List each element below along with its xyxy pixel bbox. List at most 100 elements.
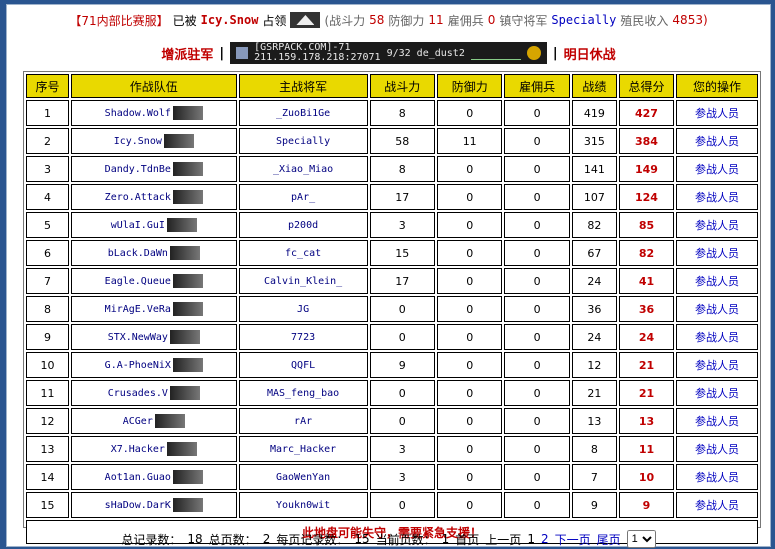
participants-link[interactable]: 参战人员: [676, 296, 758, 322]
defense-cell-text: 11: [462, 134, 477, 148]
general-cell-text: pAr_: [291, 191, 316, 203]
income-value: 4853): [672, 13, 708, 27]
rank-cell: 9: [26, 324, 69, 350]
record-cell-text: 24: [587, 274, 602, 288]
dispatch-garrison-link[interactable]: 增派驻军: [161, 44, 213, 63]
last-page-link[interactable]: 尾页: [597, 531, 621, 548]
territory-header: 【71内部比赛服】 已被 Icy.Snow 占领 (战斗力 58 防御力 11 雇佣…: [7, 5, 770, 35]
merc-cell: 0: [504, 212, 570, 238]
rank-cell-text: 10: [40, 358, 55, 372]
separator: |: [552, 45, 558, 61]
record-cell: 82: [571, 212, 617, 238]
record-cell: 67: [571, 240, 617, 266]
attack-cell-text: 0: [398, 302, 406, 316]
record-cell: 12: [571, 352, 617, 378]
defense-cell: 0: [436, 184, 503, 210]
record-cell: 24: [571, 324, 617, 350]
general-cell: JG: [238, 296, 368, 322]
attack-cell: 3: [369, 212, 435, 238]
total-pages-label: 总页数：: [208, 532, 257, 547]
defense-cell-text: 0: [466, 498, 474, 512]
general-cell-text: Marc_Hacker: [269, 443, 337, 455]
participants-link[interactable]: 参战人员: [676, 436, 758, 462]
participants-link[interactable]: 参战人员: [676, 352, 758, 378]
table-row: 15 sHaDow.DarK Youkn0wit 0 0 0 9 9 参战人员: [26, 492, 758, 518]
score-cell-text: 427: [635, 106, 658, 120]
score-cell-text: 384: [635, 134, 658, 148]
merc-cell: 0: [504, 492, 570, 518]
table-row: 5 wUlaI.GuI p200d 3 0 0 82 85 参战人员: [26, 212, 758, 238]
page-select[interactable]: 1: [626, 530, 656, 548]
merc-cell-text: 0: [533, 106, 541, 120]
rank-cell: 11: [26, 380, 69, 406]
general-value: Specially: [551, 13, 617, 27]
defense-cell-text: 0: [466, 162, 474, 176]
defense-cell-text: 0: [466, 330, 474, 344]
next-page-link[interactable]: 下一页: [555, 531, 591, 548]
merc-cell-text: 0: [533, 274, 541, 288]
record-cell: 21: [571, 380, 617, 406]
attack-cell-text: 15: [395, 246, 410, 260]
rank-cell: 13: [26, 436, 69, 462]
score-cell: 384: [618, 128, 675, 154]
team-logo-icon: [172, 190, 203, 204]
record-cell: 419: [571, 100, 617, 126]
attack-cell-text: 0: [398, 330, 406, 344]
defense-cell-text: 0: [466, 470, 474, 484]
team-logo-icon: [172, 274, 203, 288]
rank-cell: 6: [26, 240, 69, 266]
server-banner[interactable]: [GSRPACK.COM]-71 211.159.178.218:27071 9…: [230, 42, 547, 64]
record-cell-text: 419: [583, 106, 605, 120]
merc-cell-text: 0: [533, 302, 541, 316]
attack-cell-text: 8: [398, 106, 406, 120]
counter-strike-icon: [236, 47, 249, 59]
general-cell: GaoWenYan: [238, 464, 368, 490]
per-page: 15: [354, 532, 370, 546]
team-cell-text: Crusades.V: [107, 388, 168, 399]
col-header: 雇佣兵: [504, 74, 570, 98]
participants-link[interactable]: 参战人员: [676, 408, 758, 434]
defense-cell-text: 0: [466, 358, 474, 372]
participants-link[interactable]: 参战人员: [676, 156, 758, 182]
participants-link[interactable]: 参战人员: [676, 464, 758, 490]
merc-cell-text: 0: [533, 358, 541, 372]
rank-cell-text: 3: [43, 162, 51, 176]
team-cell-text: bLack.DaWn: [107, 248, 168, 259]
score-cell-text: 85: [638, 218, 655, 232]
score-cell: 85: [618, 212, 675, 238]
table-row: 4 Zero.Attack pAr_ 17 0 0 107 124 参战人员: [26, 184, 758, 210]
participants-link-text: 参战人员: [695, 331, 740, 344]
participants-link[interactable]: 参战人员: [676, 324, 758, 350]
participants-link[interactable]: 参战人员: [676, 268, 758, 294]
participants-link[interactable]: 参战人员: [676, 212, 758, 238]
participants-link[interactable]: 参战人员: [676, 128, 758, 154]
participants-link[interactable]: 参战人员: [676, 184, 758, 210]
participants-link[interactable]: 参战人员: [676, 100, 758, 126]
rank-cell: 7: [26, 268, 69, 294]
page-2-link[interactable]: 2: [541, 532, 549, 546]
record-cell: 9: [571, 492, 617, 518]
merc-cell-text: 0: [533, 190, 541, 204]
score-cell: 124: [618, 184, 675, 210]
general-cell: p200d: [238, 212, 368, 238]
record-cell-text: 67: [587, 246, 602, 260]
table-row: 9 STX.NewWay 7723 0 0 0 24 24 参战人员: [26, 324, 758, 350]
participants-link[interactable]: 参战人员: [676, 240, 758, 266]
team-logo-icon: [172, 162, 203, 176]
record-cell: 315: [571, 128, 617, 154]
team-cell-text: sHaDow.DarK: [104, 500, 171, 511]
rank-cell: 5: [26, 212, 69, 238]
table-row: 8 MirAgE.VeRa JG 0 0 0 36 36 参战人员: [26, 296, 758, 322]
ranking-table: 序号 作战队伍 主战将军 战斗力 防御力 雇佣兵 战绩 总得分 您的操作 1 Sh…: [24, 72, 760, 546]
attack-cell: 0: [369, 408, 435, 434]
participants-link[interactable]: 参战人员: [676, 492, 758, 518]
attack-cell: 8: [369, 156, 435, 182]
score-cell: 427: [618, 100, 675, 126]
team-logo-icon: [172, 498, 203, 512]
general-cell: 7723: [238, 324, 368, 350]
team-cell: Zero.Attack: [70, 184, 237, 210]
team-cell: bLack.DaWn: [70, 240, 237, 266]
defense-cell-text: 0: [466, 190, 474, 204]
per-page-label: 每页记录数：: [276, 532, 349, 547]
participants-link[interactable]: 参战人员: [676, 380, 758, 406]
